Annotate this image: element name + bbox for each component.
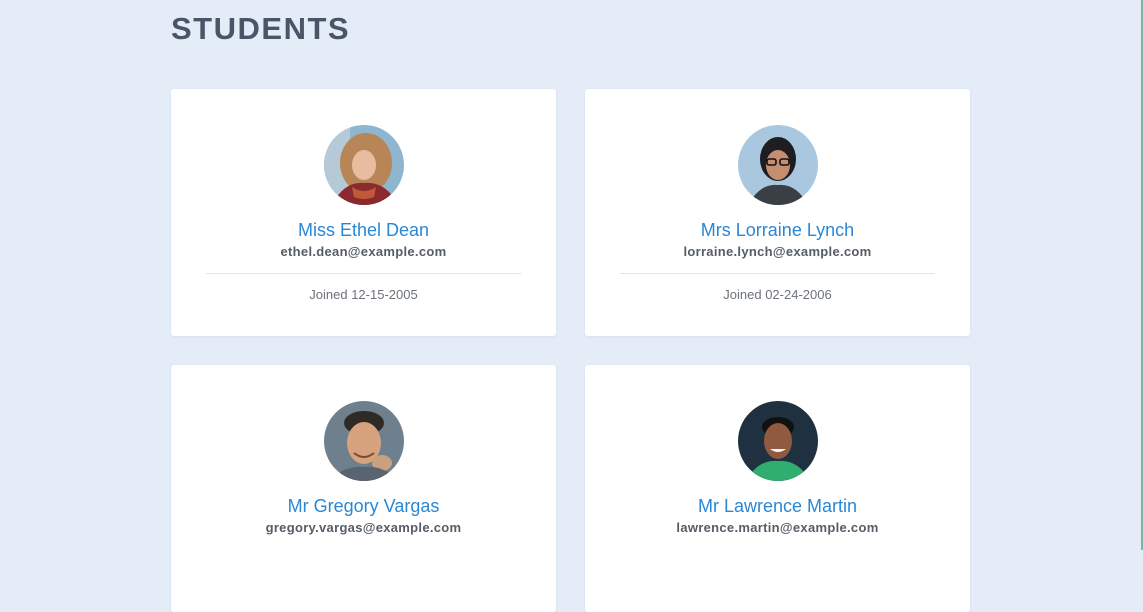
- student-card[interactable]: Miss Ethel Dean ethel.dean@example.com J…: [171, 89, 556, 336]
- student-avatar: [323, 401, 404, 481]
- student-email[interactable]: gregory.vargas@example.com: [171, 519, 556, 537]
- student-email[interactable]: ethel.dean@example.com: [171, 243, 556, 261]
- student-card[interactable]: Mr Lawrence Martin lawrence.martin@examp…: [585, 365, 970, 612]
- avatar-photo-icon: [323, 125, 404, 205]
- avatar-photo-icon: [323, 401, 404, 481]
- student-email[interactable]: lorraine.lynch@example.com: [585, 243, 970, 261]
- joined-date: Joined 02-24-2006: [723, 287, 832, 302]
- joined-date: Joined 12-15-2005: [309, 287, 418, 302]
- student-avatar: [323, 125, 404, 205]
- student-name[interactable]: Mr Lawrence Martin: [585, 495, 970, 517]
- student-name[interactable]: Mrs Lorraine Lynch: [585, 219, 970, 241]
- student-email[interactable]: lawrence.martin@example.com: [585, 519, 970, 537]
- avatar-photo-icon: [737, 125, 818, 205]
- student-avatar: [737, 401, 818, 481]
- card-divider: [206, 273, 521, 274]
- student-card[interactable]: Mrs Lorraine Lynch lorraine.lynch@exampl…: [585, 89, 970, 336]
- student-avatar: [737, 125, 818, 205]
- card-divider: [620, 273, 935, 274]
- student-name[interactable]: Mr Gregory Vargas: [171, 495, 556, 517]
- student-name[interactable]: Miss Ethel Dean: [171, 219, 556, 241]
- avatar-photo-icon: [737, 401, 818, 481]
- page-title: STUDENTS: [171, 11, 351, 46]
- student-card[interactable]: Mr Gregory Vargas gregory.vargas@example…: [171, 365, 556, 612]
